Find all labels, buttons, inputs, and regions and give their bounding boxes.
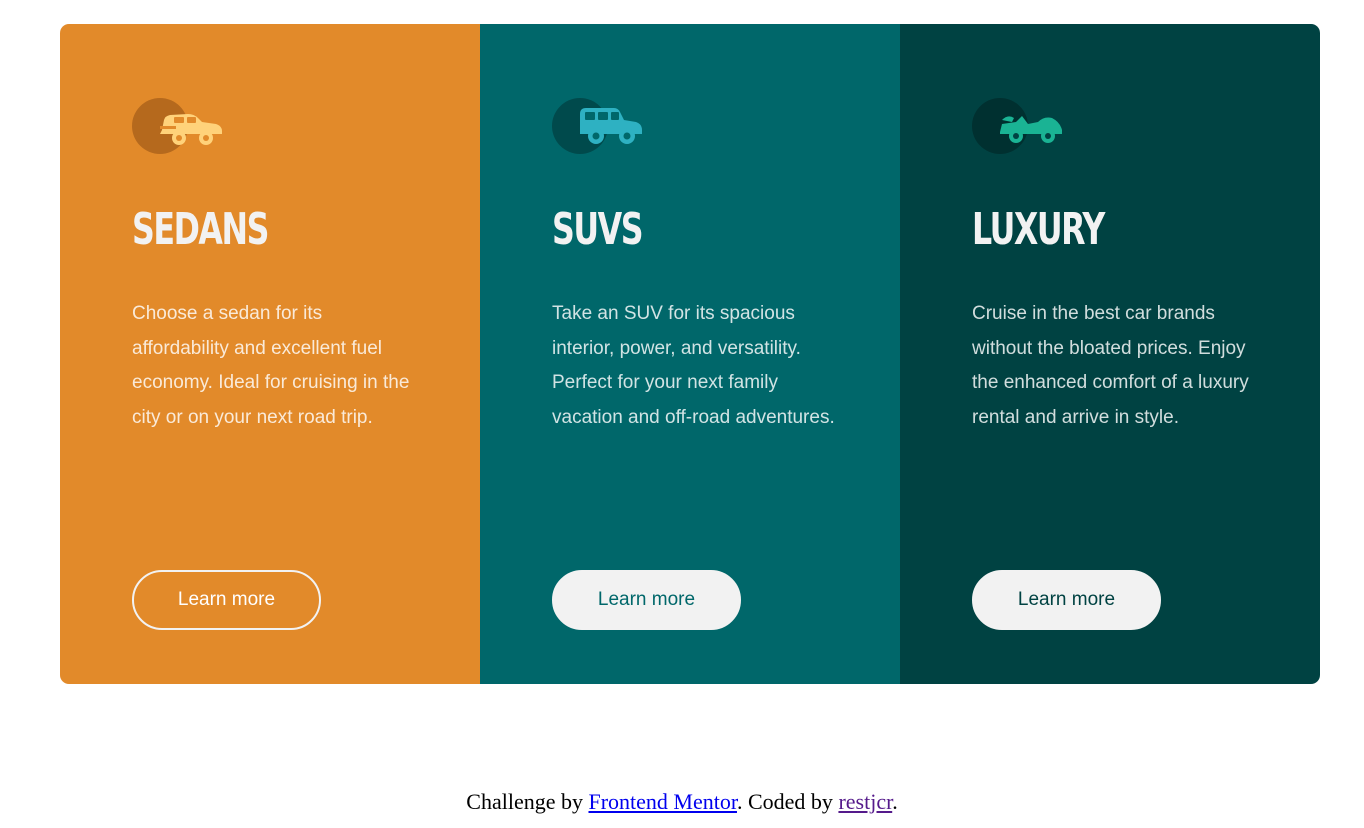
- attribution-suffix: .: [892, 789, 898, 814]
- card-group: SEDANS Choose a sedan for its affordabil…: [60, 24, 1320, 684]
- suv-car-icon: [552, 96, 644, 156]
- learn-more-button[interactable]: Learn more: [132, 570, 321, 630]
- author-link[interactable]: restjcr: [838, 789, 892, 814]
- card-sedans: SEDANS Choose a sedan for its affordabil…: [60, 24, 480, 684]
- card-title: LUXURY: [972, 204, 1105, 255]
- sedan-car-icon: [132, 96, 224, 156]
- card-luxury: LUXURY Cruise in the best car brands wit…: [900, 24, 1320, 684]
- card-description: Take an SUV for its spacious interior, p…: [552, 303, 835, 428]
- learn-more-button[interactable]: Learn more: [552, 570, 741, 630]
- attribution: Challenge by Frontend Mentor. Coded by r…: [0, 786, 1364, 818]
- card-description: Choose a sedan for its affordability and…: [132, 303, 410, 428]
- luxury-car-icon: [972, 96, 1064, 156]
- card-suvs: SUVS Take an SUV for its spacious interi…: [480, 24, 900, 684]
- attribution-middle: . Coded by: [736, 789, 839, 814]
- card-description: Cruise in the best car brands without th…: [972, 303, 1249, 428]
- attribution-prefix: Challenge by: [466, 789, 589, 814]
- card-title: SUVS: [552, 204, 644, 255]
- card-title: SEDANS: [132, 204, 269, 255]
- frontend-mentor-link[interactable]: Frontend Mentor: [588, 789, 737, 814]
- learn-more-button[interactable]: Learn more: [972, 570, 1161, 630]
